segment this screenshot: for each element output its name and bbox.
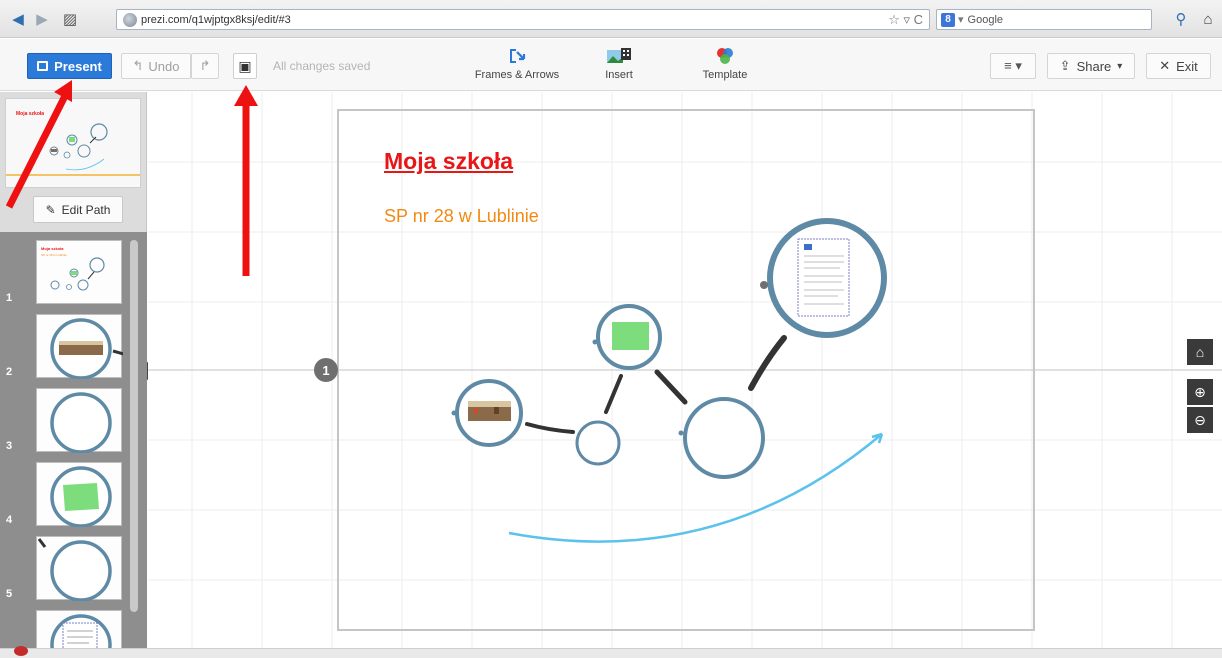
connector-line — [604, 374, 623, 414]
exit-button[interactable]: ✕ Exit — [1146, 53, 1211, 79]
share-button[interactable]: ⇪ Share ▾ — [1047, 53, 1135, 79]
browser-status-bar — [0, 646, 1222, 658]
back-icon[interactable]: ◀ — [8, 9, 28, 29]
chevron-down-icon: ▾ — [1117, 60, 1123, 72]
large-circle — [683, 397, 765, 479]
green-rectangle — [612, 322, 649, 350]
step-number: 2 — [6, 366, 13, 378]
thumbnail-scrollbar[interactable] — [130, 240, 138, 612]
path-sidebar: Moja szkoła ✎ Edit Path 1 Moja szkoła SP… — [0, 92, 147, 648]
step-number: 5 — [6, 588, 13, 600]
undo-label: Undo — [148, 58, 180, 74]
forward-icon[interactable]: ▶ — [32, 9, 52, 29]
path-step-2[interactable]: 2 — [0, 314, 128, 386]
connector-line — [654, 369, 688, 405]
present-button[interactable]: Present — [27, 53, 112, 79]
address-bar[interactable]: prezi.com/q1wjptgx8ksj/edit/#3 ☆ ▿ C — [116, 9, 930, 30]
insert-image-icon — [606, 47, 632, 65]
share-icon: ⇪ — [1059, 58, 1071, 73]
home-icon[interactable]: ⌂ — [1198, 9, 1218, 29]
hamburger-icon: ≡ ▾ — [1004, 58, 1022, 73]
bookmark-icon[interactable]: ▨ — [60, 9, 80, 29]
canvas-content — [451, 218, 887, 543]
insert-tool[interactable]: Insert — [594, 47, 644, 81]
step-thumbnail: Moja szkoła SP nr 28 w Lublinie — [36, 240, 122, 304]
zoom-in-icon[interactable]: ⊕ — [1187, 379, 1213, 405]
reload-icon[interactable]: ☆ ▿ C — [888, 12, 923, 28]
undo-icon: ↰ — [132, 58, 144, 73]
edit-path-button[interactable]: ✎ Edit Path — [33, 196, 123, 223]
frames-arrows-icon — [508, 47, 526, 65]
save-status: All changes saved — [273, 59, 371, 73]
svg-text:SP nr 28 w Lublinie: SP nr 28 w Lublinie — [41, 253, 67, 257]
step-thumbnail — [36, 462, 122, 528]
zoom-out-icon[interactable]: ⊖ — [1187, 407, 1213, 433]
redo-icon: ↱ — [199, 58, 211, 73]
step-number: 4 — [6, 514, 13, 526]
step-thumbnail — [36, 314, 128, 380]
present-label: Present — [54, 58, 102, 74]
template-label: Template — [702, 69, 748, 81]
url-text: prezi.com/q1wjptgx8ksj/edit/#3 — [141, 13, 291, 26]
svg-text:Moja szkoła: Moja szkoła — [41, 246, 64, 251]
search-placeholder: Google — [967, 13, 1004, 26]
connector-line — [525, 422, 575, 434]
addon-icon — [14, 646, 28, 656]
template-icon — [715, 47, 735, 65]
step-number: 1 — [6, 292, 13, 304]
save-icon: ▣ — [238, 57, 252, 74]
pencil-icon: ✎ — [45, 202, 56, 217]
editor-toolbar: Present ↰ Undo ↱ ▣ All changes saved Fra… — [0, 39, 1222, 91]
prezi-canvas[interactable]: Moja szkoła SP nr 28 w Lublinie 1 ⌂ ⊕ ⊖ — [148, 92, 1222, 648]
save-button[interactable]: ▣ — [233, 53, 257, 79]
frames-arrows-tool[interactable]: Frames & Arrows — [474, 47, 560, 81]
browser-toolbar: ◀ ▶ ▨ prezi.com/q1wjptgx8ksj/edit/#3 ☆ ▿… — [0, 0, 1222, 38]
path-step-1[interactable]: 1 Moja szkoła SP nr 28 w Lublinie — [0, 240, 128, 312]
connector-line — [748, 335, 787, 391]
path-step-6[interactable]: 6 — [0, 610, 128, 648]
close-icon: ✕ — [1159, 58, 1171, 73]
globe-icon — [123, 12, 137, 27]
frames-arrows-label: Frames & Arrows — [474, 69, 560, 81]
document-page — [797, 238, 850, 317]
overview-thumbnail[interactable]: Moja szkoła — [5, 98, 141, 188]
step-number: 3 — [6, 440, 13, 452]
path-step-4[interactable]: 4 — [0, 462, 128, 534]
present-icon — [37, 61, 49, 71]
search-input[interactable]: 8 ▾ Google — [936, 9, 1152, 30]
edit-path-label: Edit Path — [61, 202, 111, 217]
home-view-icon[interactable]: ⌂ — [1187, 339, 1213, 365]
step-thumbnail — [36, 536, 122, 602]
step-thumbnail — [36, 610, 122, 648]
small-circle — [575, 420, 621, 466]
search-go-icon[interactable]: ⚲ — [1171, 9, 1191, 29]
insert-label: Insert — [605, 69, 633, 81]
google-icon: 8 — [941, 12, 955, 27]
path-step-3[interactable]: 3 — [0, 388, 128, 460]
share-label: Share — [1076, 58, 1112, 74]
undo-button[interactable]: ↰ Undo — [121, 53, 191, 79]
redo-button[interactable]: ↱ — [191, 53, 219, 79]
path-step-5[interactable]: 5 — [0, 536, 128, 608]
step-thumbnail — [36, 388, 122, 454]
menu-button[interactable]: ≡ ▾ — [990, 53, 1036, 79]
overview-preview — [6, 123, 140, 176]
exit-label: Exit — [1176, 58, 1198, 74]
path-thumbnail-list: 1 Moja szkoła SP nr 28 w Lublinie 2 3 4 … — [0, 232, 147, 648]
template-tool[interactable]: Template — [700, 47, 750, 81]
